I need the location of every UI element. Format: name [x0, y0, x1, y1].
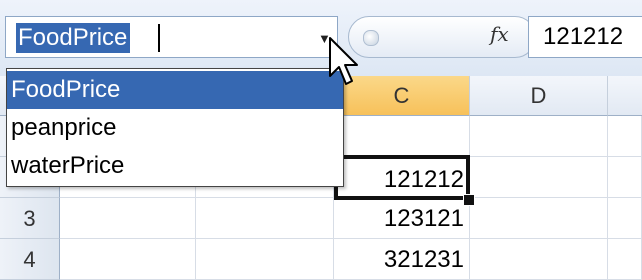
cell[interactable] — [470, 157, 608, 198]
column-header-d[interactable]: D — [470, 76, 608, 116]
name-option-foodprice[interactable]: FoodPrice — [7, 71, 343, 109]
cell-c3-value[interactable]: 123121 — [334, 198, 470, 239]
cell[interactable] — [470, 198, 608, 239]
name-box[interactable]: FoodPrice ▼ — [5, 16, 338, 58]
row-header-4[interactable]: 4 — [0, 239, 60, 280]
cell[interactable] — [470, 116, 608, 157]
name-option-peanprice[interactable]: peanprice — [7, 109, 343, 147]
cell[interactable] — [60, 239, 196, 280]
column-header-e[interactable] — [608, 76, 642, 116]
cell[interactable] — [608, 157, 642, 198]
insert-function-icon[interactable]: fx — [490, 22, 509, 46]
text-caret — [158, 24, 160, 52]
fill-handle[interactable] — [463, 194, 475, 206]
cell[interactable] — [334, 116, 470, 157]
mouse-pointer-icon — [329, 37, 358, 85]
name-option-waterprice[interactable]: waterPrice — [7, 147, 343, 185]
cell-c4-value[interactable]: 321231 — [334, 239, 470, 280]
cell[interactable] — [608, 198, 642, 239]
cell[interactable] — [196, 198, 334, 239]
formula-input[interactable]: 121212 — [528, 16, 642, 58]
cell[interactable] — [470, 239, 608, 280]
cell[interactable] — [196, 239, 334, 280]
cell[interactable] — [60, 198, 196, 239]
cell[interactable] — [608, 116, 642, 157]
name-box-value[interactable]: FoodPrice — [16, 23, 131, 53]
name-box-dropdown: FoodPrice peanprice waterPrice — [6, 68, 344, 187]
handle-dot-icon — [363, 30, 379, 46]
cell[interactable] — [608, 239, 642, 280]
active-cell-border — [334, 155, 470, 200]
formula-bar: FoodPrice ▼ fx 121212 — [0, 0, 642, 77]
row-header-3[interactable]: 3 — [0, 198, 60, 239]
